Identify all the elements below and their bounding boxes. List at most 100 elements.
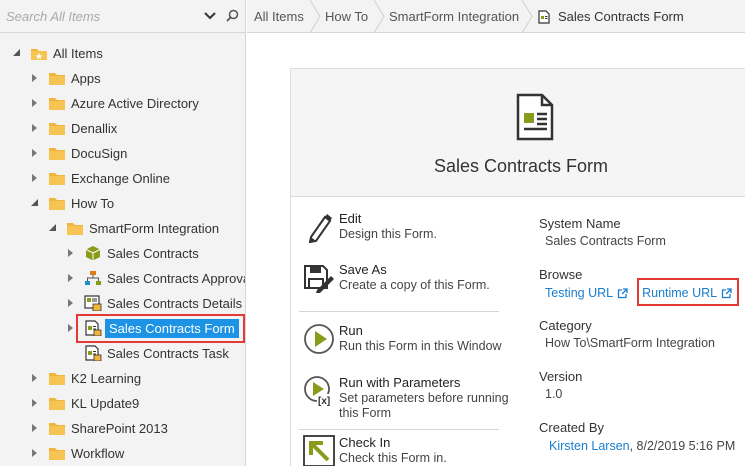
collapsed-arrow-icon[interactable] bbox=[30, 423, 40, 433]
smartobject-icon bbox=[85, 246, 101, 261]
tree-item-label: Sales Contracts bbox=[107, 245, 199, 261]
tree-item[interactable]: DocuSign bbox=[30, 142, 127, 164]
collapsed-arrow-icon[interactable] bbox=[30, 73, 40, 83]
tree-item[interactable]: KL Update9 bbox=[30, 392, 139, 414]
run-with-parameters-action[interactable]: [x] Run with Parameters Set parameters b… bbox=[299, 375, 509, 423]
action-divider bbox=[299, 311, 499, 312]
card-header: Sales Contracts Form bbox=[291, 69, 745, 197]
check-in-action-desc: Check this Form in. bbox=[339, 451, 447, 465]
collapsed-arrow-icon[interactable] bbox=[66, 248, 76, 258]
tree-item-label: SmartForm Integration bbox=[89, 220, 220, 236]
edit-action-label: Edit bbox=[339, 211, 362, 226]
breadcrumb-item-current: Sales Contracts Form bbox=[558, 9, 684, 24]
collapsed-arrow-icon[interactable] bbox=[30, 373, 40, 383]
tree-item-label: DocuSign bbox=[71, 145, 128, 161]
runtime-url-highlight-box bbox=[637, 278, 739, 306]
category-value: How To\SmartForm Integration bbox=[545, 336, 715, 350]
chevron-down-icon[interactable] bbox=[203, 9, 217, 23]
all-items-folder-icon bbox=[31, 49, 47, 60]
folder-icon bbox=[49, 198, 65, 210]
tree-item-label: Exchange Online bbox=[71, 170, 171, 186]
check-in-icon bbox=[303, 435, 335, 466]
tree-item[interactable]: Denallix bbox=[30, 117, 117, 139]
collapsed-arrow-icon[interactable] bbox=[30, 398, 40, 408]
category-property: Category How To\SmartForm Integration bbox=[539, 318, 715, 350]
breadcrumb-item-smartform-integration[interactable]: SmartForm Integration bbox=[389, 0, 519, 33]
collapsed-arrow-icon[interactable] bbox=[30, 173, 40, 183]
run-action-label: Run bbox=[339, 323, 363, 338]
collapsed-arrow-icon[interactable] bbox=[66, 323, 76, 333]
collapsed-arrow-icon[interactable] bbox=[30, 123, 40, 133]
tree-item[interactable]: SharePoint 2013 bbox=[30, 417, 168, 439]
testing-url-link[interactable]: Testing URL bbox=[545, 286, 628, 300]
expanded-arrow-icon[interactable] bbox=[48, 223, 58, 233]
folder-icon bbox=[49, 373, 65, 385]
run-action[interactable]: Run Run this Form in this Window bbox=[299, 323, 504, 359]
breadcrumb-separator-icon bbox=[373, 0, 385, 33]
run-action-desc: Run this Form in this Window bbox=[339, 339, 502, 353]
system-name-value: Sales Contracts Form bbox=[545, 234, 666, 248]
tree-item[interactable]: Sales Contracts Approval bbox=[66, 267, 245, 289]
created-by-label: Created By bbox=[539, 420, 605, 435]
card-title: Sales Contracts Form bbox=[433, 156, 609, 176]
tree-item-label: Workflow bbox=[71, 445, 125, 461]
tree-item[interactable]: SmartForm Integration bbox=[48, 217, 219, 239]
tree-item-label: Sales Contracts Task bbox=[107, 345, 229, 361]
tree-item-label: How To bbox=[71, 195, 115, 211]
folder-icon bbox=[67, 223, 83, 235]
tree-item-label: Azure Active Directory bbox=[71, 95, 199, 111]
save-as-action-desc: Create a copy of this Form. bbox=[339, 278, 490, 292]
pencil-icon bbox=[308, 214, 332, 243]
tree-item-label: Sales Contracts Details bbox=[107, 295, 243, 311]
search-bar bbox=[0, 0, 245, 33]
expanded-arrow-icon[interactable] bbox=[30, 198, 40, 208]
search-icon[interactable] bbox=[226, 9, 239, 22]
tree-item[interactable]: Azure Active Directory bbox=[30, 92, 199, 114]
form-icon bbox=[85, 345, 102, 361]
collapsed-arrow-icon[interactable] bbox=[30, 148, 40, 158]
created-on-value: , 8/2/2019 5:16 PM bbox=[629, 439, 736, 453]
save-as-action[interactable]: Save As Create a copy of this Form. bbox=[299, 262, 504, 298]
tree-item[interactable]: Apps bbox=[30, 67, 101, 89]
folder-icon bbox=[49, 73, 65, 85]
view-icon bbox=[84, 295, 102, 311]
tree-item[interactable]: How To bbox=[30, 192, 114, 214]
breadcrumb-item-how-to[interactable]: How To bbox=[325, 0, 368, 33]
collapsed-arrow-icon[interactable] bbox=[30, 448, 40, 458]
run-with-parameters-icon: [x] bbox=[304, 376, 331, 407]
tree-item-label: SharePoint 2013 bbox=[71, 420, 168, 436]
run-with-parameters-action-desc: Set parameters before running this Form bbox=[339, 391, 509, 420]
tree-item-label: KL Update9 bbox=[71, 395, 140, 411]
tree-item[interactable]: Workflow bbox=[30, 442, 124, 464]
check-in-action[interactable]: Check In Check this Form in. bbox=[299, 435, 504, 466]
search-input[interactable] bbox=[6, 6, 196, 26]
tree-item[interactable]: Sales Contracts Task bbox=[66, 342, 229, 364]
folder-icon bbox=[49, 448, 65, 460]
breadcrumb-item-all-items[interactable]: All Items bbox=[254, 0, 304, 33]
version-property: Version 1.0 bbox=[539, 369, 582, 401]
folder-icon bbox=[49, 398, 65, 410]
tree-item[interactable]: K2 Learning bbox=[30, 367, 141, 389]
edit-action[interactable]: Edit Design this Form. bbox=[299, 211, 504, 247]
breadcrumb-separator-icon bbox=[521, 0, 533, 33]
tree-item-label: Apps bbox=[71, 70, 101, 86]
run-icon bbox=[304, 324, 334, 354]
collapsed-arrow-icon[interactable] bbox=[66, 298, 76, 308]
tree-item[interactable]: All Items bbox=[12, 42, 103, 64]
system-name-label: System Name bbox=[539, 216, 621, 231]
collapsed-arrow-icon[interactable] bbox=[66, 273, 76, 283]
tree-item[interactable]: Sales Contracts Details bbox=[66, 292, 242, 314]
tree-item-label: All Items bbox=[53, 45, 103, 61]
external-link-icon bbox=[617, 287, 628, 298]
created-by-user-link[interactable]: Kirsten Larsen bbox=[549, 439, 630, 453]
collapsed-arrow-icon[interactable] bbox=[30, 98, 40, 108]
tree-item-label: K2 Learning bbox=[71, 370, 142, 386]
folder-icon bbox=[49, 123, 65, 135]
action-divider bbox=[299, 429, 499, 430]
run-with-parameters-action-label: Run with Parameters bbox=[339, 375, 461, 390]
check-in-action-label: Check In bbox=[339, 435, 391, 450]
tree-item[interactable]: Sales Contracts bbox=[66, 242, 199, 264]
expanded-arrow-icon[interactable] bbox=[12, 48, 22, 58]
testing-url-label: Testing URL bbox=[545, 286, 614, 300]
tree-item[interactable]: Exchange Online bbox=[30, 167, 170, 189]
